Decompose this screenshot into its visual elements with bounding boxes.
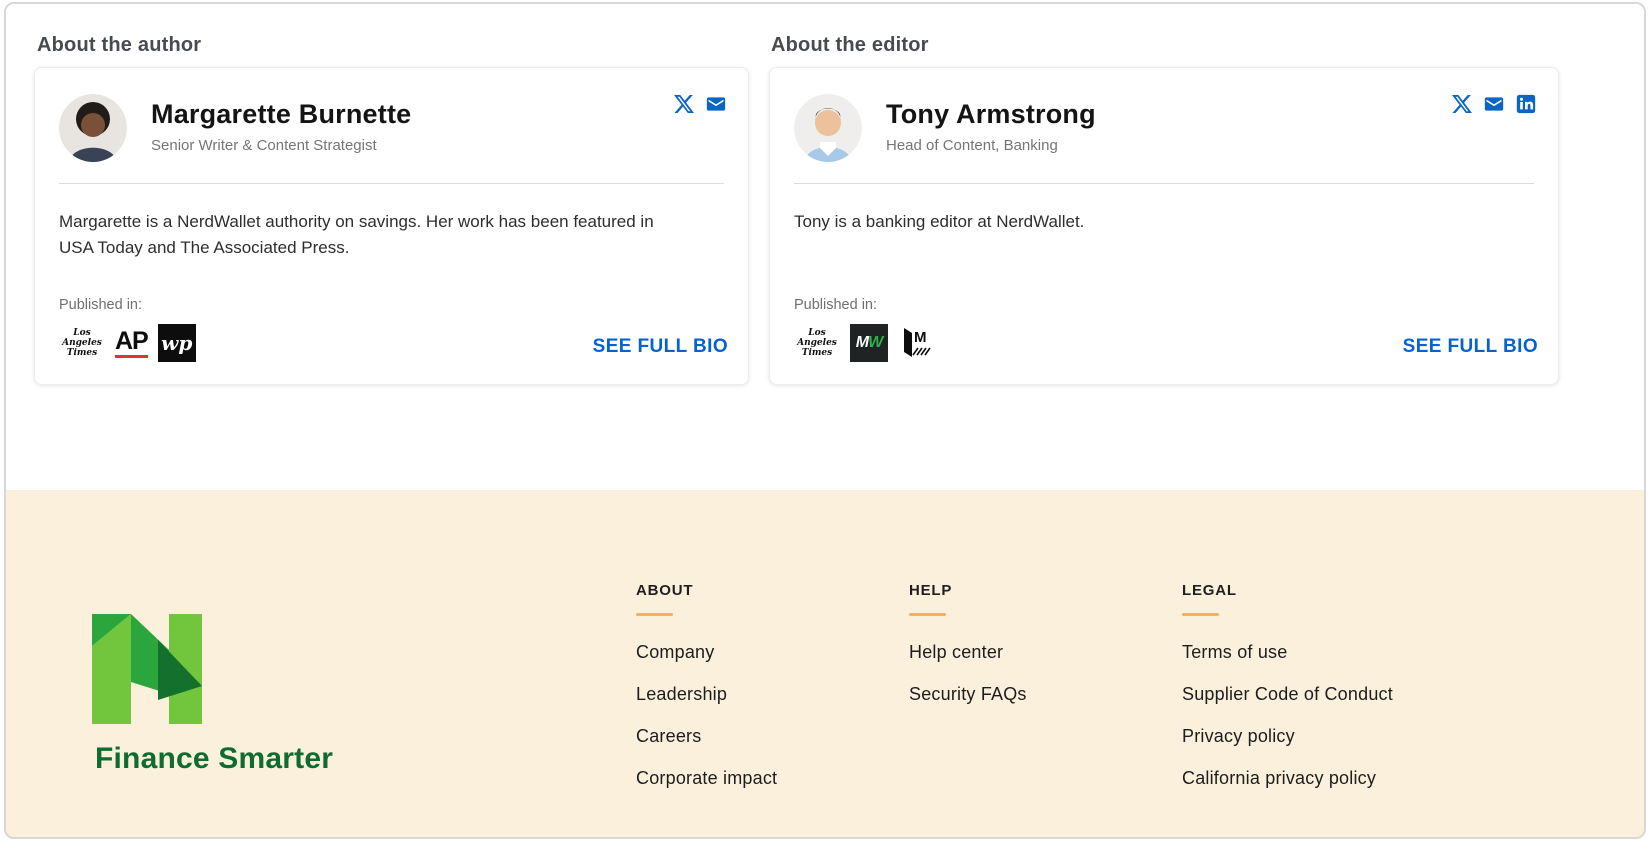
- footer-link-help-center[interactable]: Help center: [909, 642, 1169, 663]
- published-in-label: Published in:: [794, 297, 936, 313]
- m-publication-logo: M: [898, 324, 936, 362]
- gold-rule: [1182, 613, 1219, 616]
- editor-see-full-bio-link[interactable]: SEE FULL BIO: [1403, 336, 1538, 358]
- author-avatar: [59, 94, 127, 162]
- editor-identity: Tony Armstrong Head of Content, Banking: [886, 94, 1096, 154]
- author-bio: Margarette is a NerdWallet authority on …: [35, 184, 711, 262]
- editor-bio: Tony is a banking editor at NerdWallet.: [770, 184, 1446, 235]
- editor-role: Head of Content, Banking: [886, 137, 1096, 154]
- x-icon[interactable]: [674, 94, 694, 114]
- washington-post-logo: wp: [158, 324, 196, 362]
- x-icon[interactable]: [1452, 94, 1472, 114]
- site-footer: Finance Smarter ABOUT Company Leadership…: [6, 490, 1644, 837]
- author-card-header: Margarette Burnette Senior Writer & Cont…: [35, 68, 748, 162]
- about-editor-heading: About the editor: [771, 34, 929, 57]
- editor-name: Tony Armstrong: [886, 100, 1096, 128]
- author-identity: Margarette Burnette Senior Writer & Cont…: [151, 94, 411, 154]
- editor-card-header: Tony Armstrong Head of Content, Banking: [770, 68, 1558, 162]
- linkedin-icon[interactable]: [1516, 94, 1536, 114]
- finance-smarter-tagline: Finance Smarter: [95, 742, 333, 776]
- gold-rule: [636, 613, 673, 616]
- author-card: Margarette Burnette Senior Writer & Cont…: [34, 67, 749, 385]
- marketwatch-logo: MW: [850, 324, 888, 362]
- page: About the author Margarette Burnette Sen…: [4, 2, 1646, 839]
- footer-link-california-privacy[interactable]: California privacy policy: [1182, 768, 1442, 789]
- email-icon[interactable]: [706, 94, 726, 114]
- footer-link-supplier-code[interactable]: Supplier Code of Conduct: [1182, 684, 1442, 705]
- footer-link-company[interactable]: Company: [636, 642, 896, 663]
- about-author-heading: About the author: [37, 34, 201, 57]
- editor-published-block: Published in: Los Angeles Times MW M: [794, 297, 936, 362]
- footer-header-about: ABOUT: [636, 582, 896, 599]
- author-role: Senior Writer & Content Strategist: [151, 137, 411, 154]
- footer-link-privacy-policy[interactable]: Privacy policy: [1182, 726, 1442, 747]
- author-see-full-bio-link[interactable]: SEE FULL BIO: [593, 336, 728, 358]
- editor-card: Tony Armstrong Head of Content, Banking: [769, 67, 1559, 385]
- footer-link-careers[interactable]: Careers: [636, 726, 896, 747]
- la-times-logo: Los Angeles Times: [59, 328, 105, 358]
- author-social-row: [674, 94, 726, 114]
- footer-link-security-faqs[interactable]: Security FAQs: [909, 684, 1169, 705]
- footer-header-help: HELP: [909, 582, 1169, 599]
- la-times-logo: Los Angeles Times: [794, 328, 840, 358]
- nerdwallet-logo: [92, 614, 202, 724]
- footer-header-legal: LEGAL: [1182, 582, 1442, 599]
- footer-column-help: HELP Help center Security FAQs: [909, 582, 1169, 726]
- bio-section: About the author Margarette Burnette Sen…: [6, 4, 1644, 490]
- editor-social-row: [1452, 94, 1536, 114]
- email-icon[interactable]: [1484, 94, 1504, 114]
- ap-logo: AP: [115, 329, 148, 358]
- author-published-block: Published in: Los Angeles Times AP wp: [59, 297, 196, 362]
- editor-avatar: [794, 94, 862, 162]
- footer-link-terms-of-use[interactable]: Terms of use: [1182, 642, 1442, 663]
- author-name: Margarette Burnette: [151, 100, 411, 128]
- footer-column-about: ABOUT Company Leadership Careers Corpora…: [636, 582, 896, 810]
- svg-text:M: M: [914, 329, 927, 346]
- footer-link-corporate-impact[interactable]: Corporate impact: [636, 768, 896, 789]
- footer-link-leadership[interactable]: Leadership: [636, 684, 896, 705]
- published-in-label: Published in:: [59, 297, 196, 313]
- footer-column-legal: LEGAL Terms of use Supplier Code of Cond…: [1182, 582, 1442, 810]
- gold-rule: [909, 613, 946, 616]
- author-publication-logos: Los Angeles Times AP wp: [59, 324, 196, 362]
- editor-publication-logos: Los Angeles Times MW M: [794, 324, 936, 362]
